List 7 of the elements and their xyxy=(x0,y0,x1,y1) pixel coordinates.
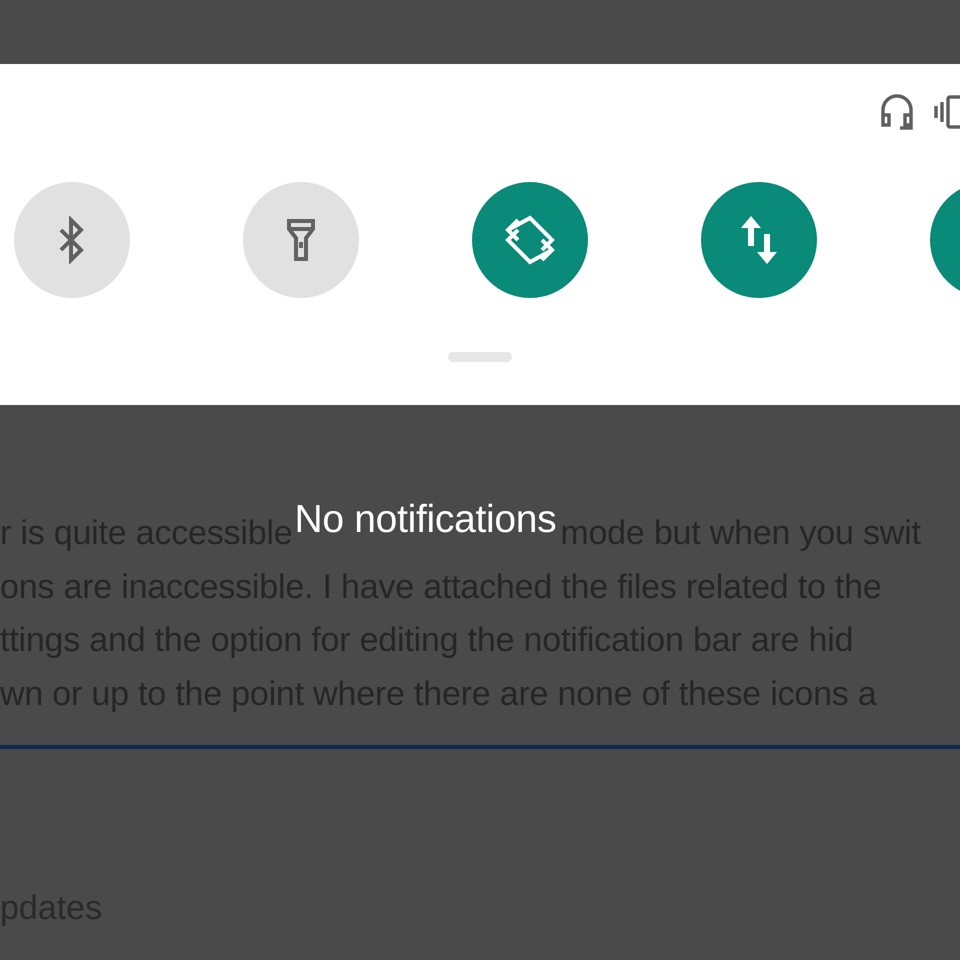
empty-message: No notifications xyxy=(294,497,556,543)
headset-icon xyxy=(880,93,914,131)
drag-handle[interactable] xyxy=(448,352,512,362)
data-arrows-icon xyxy=(739,214,779,266)
bluetooth-icon xyxy=(59,216,85,264)
flashlight-icon xyxy=(286,218,316,262)
vibrate-icon xyxy=(934,95,960,129)
